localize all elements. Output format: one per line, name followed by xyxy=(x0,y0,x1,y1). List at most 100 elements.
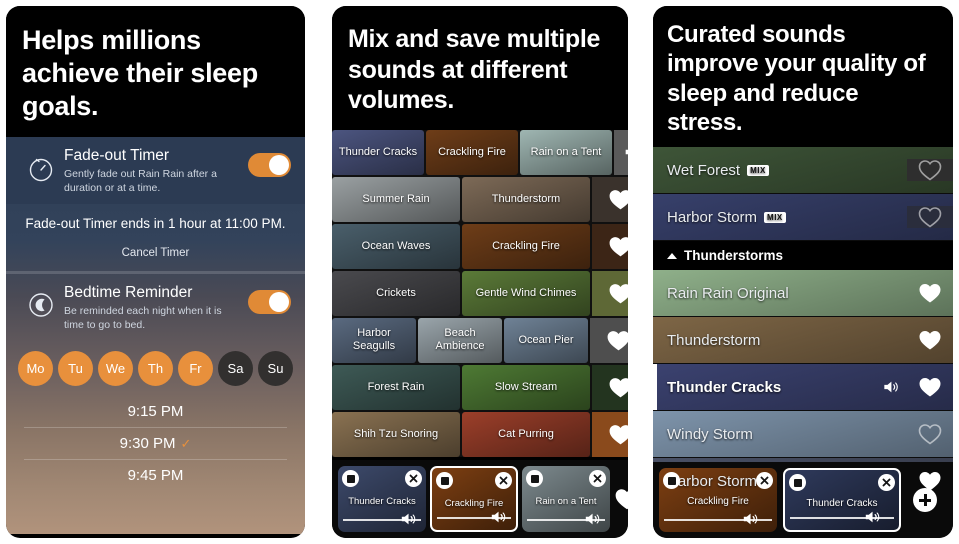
favorite-heart-icon[interactable] xyxy=(590,317,628,363)
time-option-1[interactable]: 9:15 PM xyxy=(24,396,287,427)
sound-list-row[interactable]: Harbor Storm MIX xyxy=(653,194,953,241)
bedtime-time-list: 9:15 PM 9:30 PM ✓ 9:45 PM xyxy=(6,392,305,491)
mixer-favorite-heart-icon[interactable] xyxy=(614,487,628,511)
close-icon[interactable] xyxy=(878,474,895,491)
close-icon[interactable] xyxy=(756,472,773,489)
sound-list-row[interactable]: Thunder Cracks xyxy=(653,364,953,411)
sound-tile-label: Slow Stream xyxy=(494,380,558,393)
favorite-heart-icon[interactable] xyxy=(592,411,628,457)
stop-button[interactable] xyxy=(789,474,806,491)
mixer-card-label: Rain on a Tent xyxy=(535,496,597,507)
sound-list-row-label: Thunder Cracks xyxy=(667,378,782,396)
sound-list-row[interactable]: Wet Forest MIX xyxy=(653,147,953,194)
moon-icon xyxy=(18,284,64,320)
mixer-card-label: Thunder Cracks xyxy=(348,496,416,507)
sound-tile-label: Crickets xyxy=(376,286,416,299)
volume-knob-icon[interactable] xyxy=(741,510,761,528)
sound-tile[interactable]: Ocean Waves xyxy=(332,223,460,269)
sound-tile-row: Shih Tzu Snoring Cat Purring xyxy=(332,411,628,457)
mixer-card[interactable]: Rain on a Tent xyxy=(522,466,610,532)
sound-tile[interactable]: Cat Purring xyxy=(462,411,590,457)
favorite-heart-icon[interactable] xyxy=(907,206,953,229)
volume-knob-icon[interactable] xyxy=(399,510,419,528)
favorite-heart-icon[interactable] xyxy=(907,159,953,182)
fade-out-timer-row[interactable]: Fade-out Timer Gently fade out Rain Rain… xyxy=(6,136,305,204)
favorite-heart-icon[interactable] xyxy=(592,270,628,316)
day-pill-mo[interactable]: Mo xyxy=(18,350,53,386)
sound-list: Wet Forest MIX Harbor Storm MIX Thunderstorm… xyxy=(653,147,953,505)
favorite-heart-icon[interactable] xyxy=(907,376,953,398)
sound-tile-label: Crackling Fire xyxy=(438,145,506,158)
app-store-screenshot-set: Helps millions achieve their sleep goals… xyxy=(0,0,959,544)
sound-tile[interactable]: Forest Rain xyxy=(332,364,460,410)
day-pill-su[interactable]: Su xyxy=(258,350,293,386)
day-pill-sa[interactable]: Sa xyxy=(218,350,253,386)
favorite-heart-icon[interactable] xyxy=(907,470,953,492)
favorite-heart-icon[interactable] xyxy=(907,282,953,304)
speaker-icon[interactable] xyxy=(614,129,628,175)
time-option-3[interactable]: 9:45 PM xyxy=(24,458,287,491)
sound-list-row[interactable]: Windy Storm xyxy=(653,411,953,458)
sound-tile[interactable]: Shih Tzu Snoring xyxy=(332,411,460,457)
favorite-heart-icon[interactable] xyxy=(592,223,628,269)
close-icon[interactable] xyxy=(495,472,512,489)
day-pill-we[interactable]: We xyxy=(98,350,133,386)
sound-tile-label: Cat Purring xyxy=(498,427,554,440)
fade-out-timer-title: Fade-out Timer xyxy=(64,146,170,164)
stop-button[interactable] xyxy=(526,470,543,487)
sound-tile-label: Gentle Wind Chimes xyxy=(475,286,577,299)
close-icon[interactable] xyxy=(405,470,422,487)
speaker-icon[interactable] xyxy=(875,377,907,397)
mixer-card[interactable]: Crackling Fire xyxy=(430,466,518,532)
stop-button[interactable] xyxy=(342,470,359,487)
sound-tile[interactable]: Thunder Cracks xyxy=(332,129,424,175)
favorite-heart-icon[interactable] xyxy=(907,423,953,445)
stop-button[interactable] xyxy=(436,472,453,489)
panel1-settings-body: Fade-out Timer Gently fade out Rain Rain… xyxy=(6,136,305,534)
mixer-card[interactable]: Thunder Cracks xyxy=(338,466,426,532)
stop-button[interactable] xyxy=(663,472,680,489)
time-option-2[interactable]: 9:30 PM ✓ xyxy=(24,426,287,459)
sound-tile[interactable]: Crackling Fire xyxy=(426,129,518,175)
sound-tile[interactable]: Crickets xyxy=(332,270,460,316)
sound-list-row-label: Harbor Storm xyxy=(667,472,758,490)
day-pill-fr[interactable]: Fr xyxy=(178,350,213,386)
sound-tile[interactable]: Summer Rain xyxy=(332,176,460,222)
bedtime-reminder-toggle[interactable] xyxy=(248,289,291,314)
sound-tile[interactable]: Thunderstorm xyxy=(462,176,590,222)
fade-out-timer-toggle[interactable] xyxy=(248,152,291,177)
sound-tile[interactable]: Ocean Pier xyxy=(504,317,588,363)
day-pill-tu[interactable]: Tu xyxy=(58,350,93,386)
timer-icon xyxy=(18,147,64,183)
sound-list-row-label: Wet Forest MIX xyxy=(653,162,907,179)
close-icon[interactable] xyxy=(589,470,606,487)
sound-tile-label: Rain on a Tent xyxy=(530,145,602,158)
sound-tile-label: Beach Ambience xyxy=(435,327,485,352)
sound-tile-label: Crackling Fire xyxy=(492,239,560,252)
panel2-mixer-bar: Thunder Cracks Crackling Fire Rain on a Te… xyxy=(332,460,628,538)
sound-tile[interactable]: Beach Ambience xyxy=(418,317,502,363)
favorite-heart-icon[interactable] xyxy=(592,364,628,410)
section-header-label: Thunderstorms xyxy=(684,248,784,264)
sound-tile[interactable]: Rain on a Tent xyxy=(520,129,612,175)
sound-tile[interactable]: Gentle Wind Chimes xyxy=(462,270,590,316)
section-header-thunderstorms[interactable]: Thunderstorms xyxy=(653,241,953,271)
cancel-timer-button[interactable]: Cancel Timer xyxy=(6,231,305,271)
sound-tile[interactable]: Crackling Fire xyxy=(462,223,590,269)
favorite-heart-icon[interactable] xyxy=(592,176,628,222)
volume-knob-icon[interactable] xyxy=(863,508,883,526)
fade-out-timer-status: Fade-out Timer ends in 1 hour at 11:00 P… xyxy=(25,215,286,231)
day-pill-th[interactable]: Th xyxy=(138,350,173,386)
volume-knob-icon[interactable] xyxy=(489,508,509,526)
volume-knob-icon[interactable] xyxy=(583,510,603,528)
day-selector: Mo Tu We Th Fr Sa Su xyxy=(6,341,305,392)
sound-tile-grid: Thunder Cracks Crackling Fire Rain on a Te… xyxy=(332,129,628,457)
sound-tile-label: Thunder Cracks xyxy=(338,145,418,158)
bedtime-reminder-row[interactable]: Bedtime Reminder Be reminded each night … xyxy=(6,274,305,341)
favorite-heart-icon[interactable] xyxy=(907,329,953,351)
sound-tile-label: Ocean Waves xyxy=(361,239,431,252)
sound-tile[interactable]: Slow Stream xyxy=(462,364,590,410)
sound-list-row[interactable]: Rain Rain Original xyxy=(653,270,953,317)
sound-list-row[interactable]: Thunderstorm xyxy=(653,317,953,364)
sound-tile[interactable]: Harbor Seagulls xyxy=(332,317,416,363)
